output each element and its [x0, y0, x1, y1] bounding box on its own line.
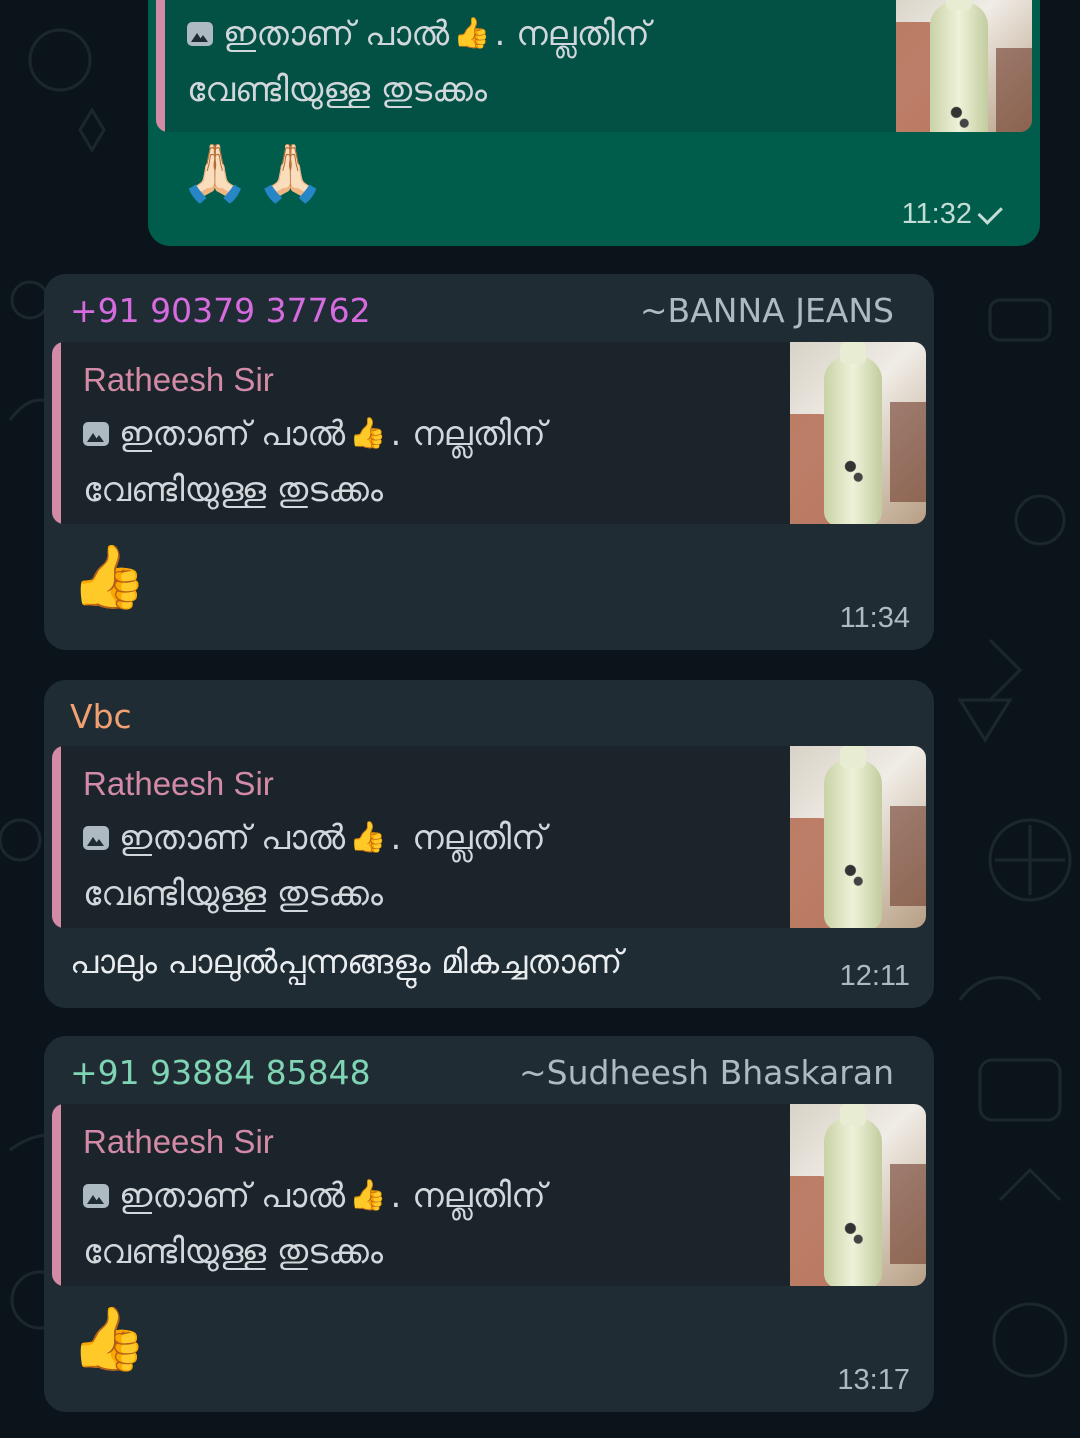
sender-phone[interactable]: +91 90379 37762	[70, 291, 371, 330]
quoted-text-line-1: ഇതാണ് പാൽ 👍 . നല്ലതിന്	[83, 406, 774, 462]
quoted-author: Ratheesh Sir	[83, 765, 274, 802]
thumbnail-background	[890, 402, 926, 502]
quote-accent-bar	[52, 746, 61, 928]
message-bubble-incoming[interactable]: +91 90379 37762 ~BANNA JEANS Ratheesh Si…	[44, 274, 934, 650]
milk-bottle-image	[824, 342, 882, 524]
thumbnail-background	[890, 806, 926, 906]
message-emoji: 🙏🏻🙏🏻	[180, 141, 332, 206]
thumbs-up-emoji: 👍	[349, 1178, 387, 1213]
message-time: 12:11	[839, 960, 910, 992]
thumbs-up-emoji: 👍	[70, 540, 148, 613]
photo-icon	[83, 1184, 109, 1208]
quoted-message[interactable]: Ratheesh Sir ഇതാണ് പാൽ 👍 . നല്ലതിന് വേണ്…	[52, 746, 926, 928]
quoted-text-line-2: വേണ്ടിയുള്ള തുടക്കം	[83, 874, 384, 914]
photo-icon	[83, 422, 109, 446]
sender-phone[interactable]: +91 93884 85848	[70, 1053, 371, 1092]
quoted-message[interactable]: ഇതാണ് പാൽ 👍 . നല്ലതിന് വേണ്ടിയുള്ള തുടക്…	[156, 0, 1032, 132]
quoted-message[interactable]: Ratheesh Sir ഇതാണ് പാൽ 👍 . നല്ലതിന് വേണ്…	[52, 342, 926, 524]
quoted-text-line-1: ഇതാണ് പാൽ 👍 . നല്ലതിന്	[83, 1168, 774, 1224]
sender-name[interactable]: Vbc	[70, 697, 132, 736]
quoted-text-line-2: വേണ്ടിയുള്ള തുടക്കം	[83, 470, 384, 510]
quoted-text-line-1: ഇതാണ് പാൽ 👍 . നല്ലതിന്	[187, 6, 880, 62]
milk-bottle-image	[824, 1104, 882, 1286]
thumbs-up-emoji: 👍	[349, 820, 387, 855]
quoted-photo-thumbnail[interactable]	[790, 746, 926, 928]
quoted-author: Ratheesh Sir	[83, 361, 274, 398]
quoted-text-line-2: വേണ്ടിയുള്ള തുടക്കം	[187, 70, 488, 110]
message-bubble-outgoing[interactable]: ഇതാണ് പാൽ 👍 . നല്ലതിന് വേണ്ടിയുള്ള തുടക്…	[148, 0, 1040, 246]
quote-accent-bar	[52, 342, 61, 524]
message-time: 13:17	[837, 1364, 910, 1396]
thumbs-up-emoji: 👍	[70, 1302, 148, 1375]
message-bubble-incoming[interactable]: +91 93884 85848 ~Sudheesh Bhaskaran Rath…	[44, 1036, 934, 1412]
quoted-text-line-1: ഇതാണ് പാൽ 👍 . നല്ലതിന്	[83, 810, 774, 866]
quoted-photo-thumbnail[interactable]	[790, 342, 926, 524]
thumbs-up-emoji: 👍	[453, 16, 491, 51]
photo-icon	[187, 22, 213, 46]
message-time: 11:32	[902, 198, 1004, 231]
thumbnail-background	[996, 48, 1032, 132]
message-time: 11:34	[839, 602, 910, 634]
sender-header: Vbc	[70, 694, 894, 738]
message-bubble-incoming[interactable]: Vbc Ratheesh Sir ഇതാണ് പാൽ 👍 . നല്ലതിന് …	[44, 680, 934, 1008]
sender-header: +91 90379 37762 ~BANNA JEANS	[70, 288, 894, 332]
message-text: പാലും പാലുൽപ്പന്നങ്ങളും മികച്ചതാണ്	[70, 942, 623, 981]
quote-accent-bar	[156, 0, 165, 132]
thumbnail-background	[890, 1164, 926, 1264]
thumbs-up-emoji: 👍	[349, 416, 387, 451]
quoted-message[interactable]: Ratheesh Sir ഇതാണ് പാൽ 👍 . നല്ലതിന് വേണ്…	[52, 1104, 926, 1286]
single-check-icon	[977, 198, 1003, 225]
photo-icon	[83, 826, 109, 850]
milk-bottle-image	[824, 746, 882, 928]
sender-push-name: ~Sudheesh Bhaskaran	[518, 1052, 894, 1092]
quoted-photo-thumbnail[interactable]	[790, 1104, 926, 1286]
quote-accent-bar	[52, 1104, 61, 1286]
quoted-photo-thumbnail[interactable]	[896, 0, 1032, 132]
sender-header: +91 93884 85848 ~Sudheesh Bhaskaran	[70, 1050, 894, 1094]
sender-push-name: ~BANNA JEANS	[639, 290, 894, 330]
milk-bottle-image	[930, 0, 988, 132]
quoted-author: Ratheesh Sir	[83, 1123, 274, 1160]
quoted-text-line-2: വേണ്ടിയുള്ള തുടക്കം	[83, 1232, 384, 1272]
